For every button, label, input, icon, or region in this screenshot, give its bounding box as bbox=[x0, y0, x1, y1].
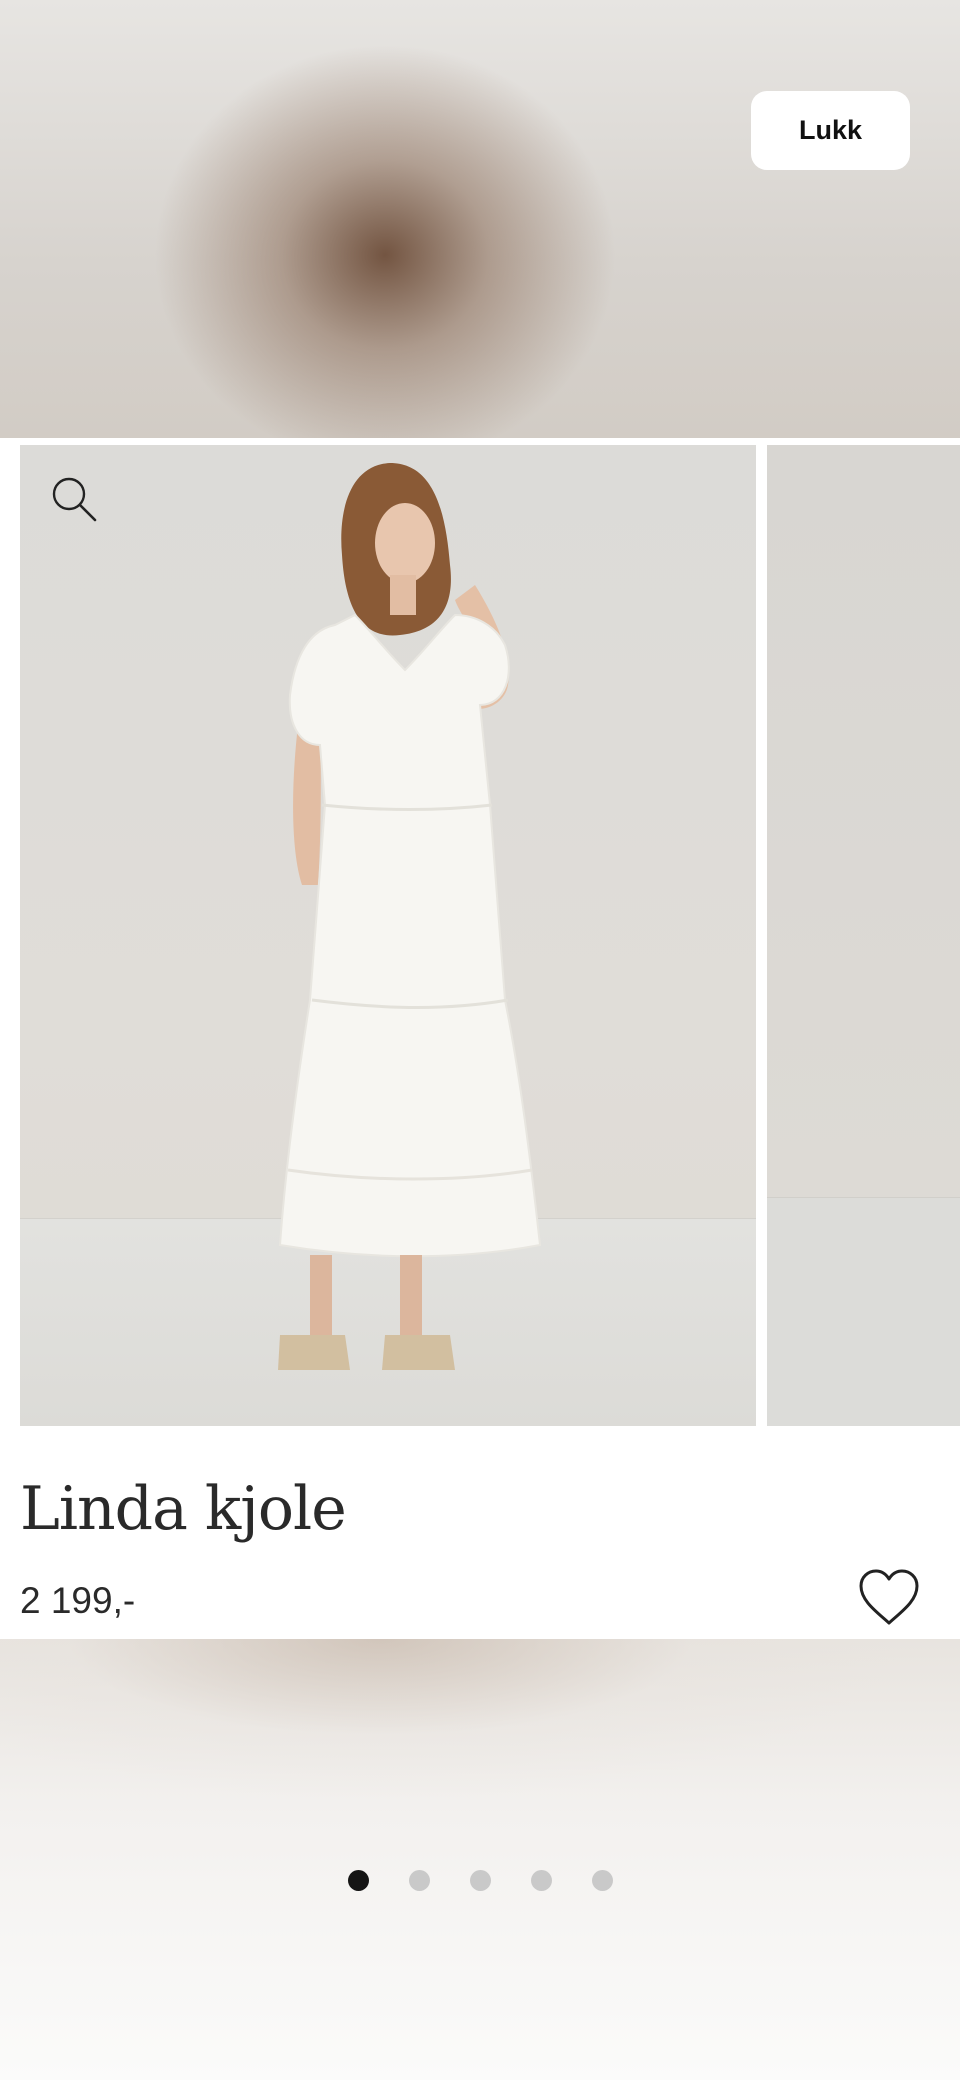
heart-icon bbox=[859, 1569, 919, 1625]
close-button[interactable]: Lukk bbox=[751, 91, 910, 170]
pagination-dot-1[interactable] bbox=[348, 1870, 369, 1891]
next-product-image-preview[interactable] bbox=[767, 445, 960, 1426]
blurred-background-bottom bbox=[0, 1639, 960, 2080]
search-icon[interactable] bbox=[50, 475, 98, 523]
blurred-background-top bbox=[0, 0, 960, 438]
pagination-dot-2[interactable] bbox=[409, 1870, 430, 1891]
image-pagination bbox=[348, 1870, 613, 1891]
product-card: Linda kjole 2 199,- bbox=[0, 438, 960, 1639]
pagination-dot-5[interactable] bbox=[592, 1870, 613, 1891]
product-price: 2 199,- bbox=[20, 1580, 136, 1621]
model-in-dress-illustration bbox=[278, 463, 542, 1370]
product-image[interactable] bbox=[20, 445, 756, 1426]
product-title: Linda kjole bbox=[20, 1474, 347, 1544]
pagination-dot-3[interactable] bbox=[470, 1870, 491, 1891]
favorite-button[interactable] bbox=[857, 1568, 921, 1628]
pagination-dot-4[interactable] bbox=[531, 1870, 552, 1891]
image-gallery[interactable] bbox=[20, 445, 960, 1426]
